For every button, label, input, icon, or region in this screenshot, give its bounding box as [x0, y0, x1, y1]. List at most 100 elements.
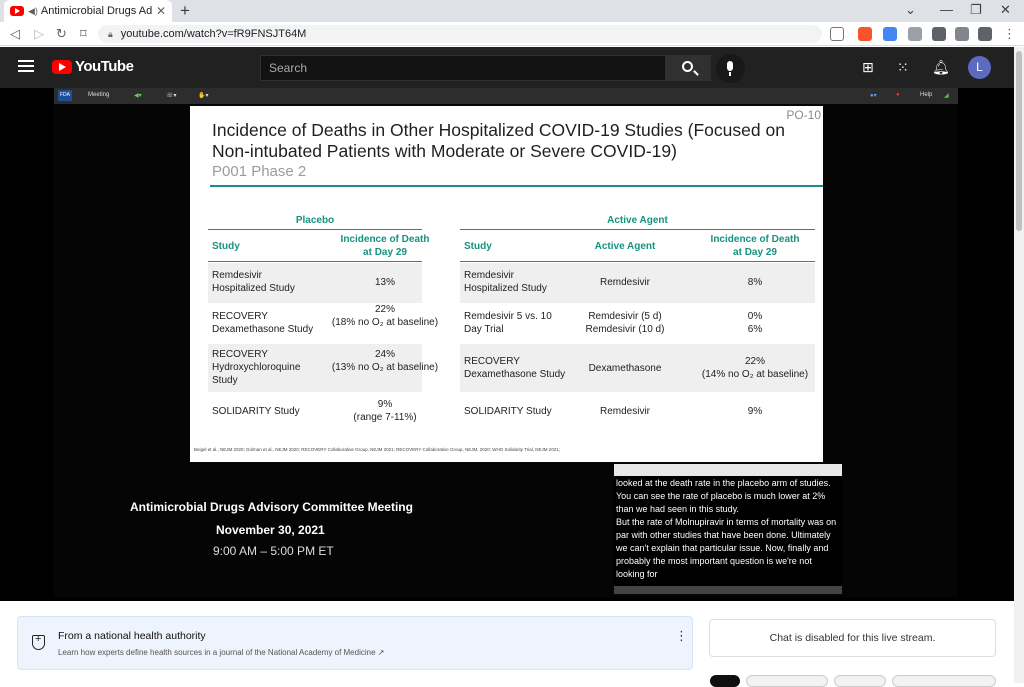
more-options-icon[interactable]: ⋮	[675, 628, 688, 644]
signal-icon: ◢	[944, 93, 949, 99]
active-agent-cell: Dexamethasone	[588, 363, 662, 374]
placebo-study-cell: SOLIDARITY Study	[212, 406, 300, 417]
create-video-icon[interactable]: ⊞	[862, 59, 874, 76]
header-divider	[208, 261, 422, 262]
active-incidence-header: Incidence of Death at Day 29	[710, 234, 800, 258]
scrollbar-thumb[interactable]	[1016, 51, 1022, 231]
health-source-info-panel: From a national health authority Learn h…	[17, 616, 693, 670]
wallet-icon[interactable]	[978, 27, 992, 41]
forward-icon[interactable]: ▷	[34, 26, 44, 42]
meeting-time: 9:00 AM – 5:00 PM ET	[213, 544, 334, 558]
install-icon[interactable]	[830, 27, 844, 41]
speaker-icon[interactable]: ◀)	[28, 6, 38, 17]
active-group-header: Active Agent	[607, 215, 668, 226]
minimize-icon[interactable]: —	[940, 2, 953, 17]
page-scrollbar[interactable]	[1014, 47, 1024, 683]
caption-window-titlebar	[614, 464, 842, 476]
caption-taskbar	[614, 586, 842, 594]
lock-icon[interactable]: 🔒︎	[108, 29, 113, 40]
brave-shield-icon[interactable]	[858, 27, 872, 41]
meeting-name: Antimicrobial Drugs Advisory Committee M…	[130, 500, 413, 514]
search-button[interactable]	[666, 55, 711, 81]
translate-icon[interactable]	[883, 27, 897, 41]
filter-chip[interactable]	[746, 675, 828, 687]
video-frame[interactable]: FDA Meeting ◀▾ ☏▾ ✋▾ ●▾ ● Help ◢ PO-10 I…	[54, 88, 958, 597]
active-study-cell: Remdesivir 5 vs. 10 Day Trial	[464, 311, 552, 335]
filter-chip[interactable]	[710, 675, 740, 687]
search-input[interactable]: Search	[260, 55, 666, 81]
video-player-area[interactable]: FDA Meeting ◀▾ ☏▾ ✋▾ ●▾ ● Help ◢ PO-10 I…	[0, 88, 1014, 601]
health-shield-icon	[32, 633, 45, 650]
youtube-header: YouTube Search ⊞ ⁙ 🔔︎ L	[0, 47, 1014, 88]
audio-icon: ◀▾	[134, 93, 142, 99]
active-study-cell: SOLIDARITY Study	[464, 406, 552, 417]
active-agent-cell: Remdesivir (5 d) Remdesivir (10 d)	[585, 311, 665, 335]
active-agent-header: Active Agent	[594, 241, 656, 252]
voice-search-icon[interactable]	[716, 54, 745, 83]
youtube-favicon-icon	[10, 6, 24, 16]
notifications-bell-icon[interactable]: 🔔︎	[932, 59, 950, 76]
active-agent-cell: Remdesivir	[599, 277, 650, 288]
close-tab-icon[interactable]: ✕	[156, 4, 166, 18]
record-icon: ●	[896, 92, 900, 98]
chat-disabled-panel: Chat is disabled for this live stream.	[709, 619, 996, 657]
reload-icon[interactable]: ↻	[56, 26, 67, 42]
extension-icon[interactable]	[908, 27, 922, 41]
placebo-incidence-cell: 9% (range 7-11%)	[353, 399, 417, 423]
info-panel-link[interactable]: Learn how experts define health sources …	[58, 648, 384, 657]
active-incidence-cell: 9%	[747, 406, 763, 417]
group-divider	[208, 229, 422, 230]
share-icon: ✋▾	[198, 93, 209, 99]
meeting-label: Meeting	[88, 92, 110, 98]
info-icon: ●▾	[870, 93, 877, 99]
tab-title: Antimicrobial Drugs Advisory C	[40, 5, 152, 17]
puzzle-icon[interactable]	[932, 27, 946, 41]
browser-tab-strip: ◀) Antimicrobial Drugs Advisory C ✕ + ⌄ …	[0, 0, 1024, 22]
new-tab-button[interactable]: +	[180, 1, 190, 21]
hamburger-menu-icon[interactable]	[18, 60, 34, 72]
header-divider	[460, 261, 815, 262]
bookmark-icon[interactable]: ⌑	[80, 26, 87, 42]
placebo-incidence-header: Incidence of Death at Day 29	[340, 234, 430, 258]
logo-text: YouTube	[75, 58, 134, 75]
close-window-icon[interactable]: ✕	[1000, 2, 1011, 18]
tab-search-icon[interactable]: ⌄	[905, 2, 916, 18]
active-study-cell: RECOVERY Dexamethasone Study	[464, 356, 566, 380]
fda-logo: FDA	[58, 90, 72, 101]
avatar[interactable]: L	[968, 56, 991, 79]
active-study-cell: Remdesivir Hospitalized Study	[464, 270, 547, 294]
browser-toolbar: ◁ ▷ ↻ ⌑ 🔒︎ youtube.com/watch?v=fR9FNSJT6…	[0, 22, 1024, 46]
url-text: youtube.com/watch?v=fR9FNSJT64M	[120, 28, 307, 40]
slide-divider	[210, 185, 823, 187]
youtube-logo[interactable]: YouTube	[52, 58, 134, 75]
help-label: Help	[920, 92, 933, 98]
placebo-study-cell: RECOVERY Dexamethasone Study	[212, 311, 314, 335]
active-incidence-cell: 8%	[747, 277, 763, 288]
maximize-icon[interactable]: ❐	[970, 2, 982, 18]
playlist-icon[interactable]	[955, 27, 969, 41]
filter-chip[interactable]	[892, 675, 996, 687]
address-bar[interactable]: 🔒︎ youtube.com/watch?v=fR9FNSJT64M	[98, 25, 822, 43]
slide-references: Beigel et al., NEJM 2020; Golman et al.,…	[194, 447, 561, 452]
youtube-play-icon	[52, 59, 72, 74]
menu-dots-icon[interactable]: ⋮	[1003, 26, 1016, 42]
presentation-slide: PO-10 Incidence of Deaths in Other Hospi…	[190, 106, 823, 462]
active-study-header: Study	[464, 241, 492, 252]
filter-chip[interactable]	[834, 675, 886, 687]
meeting-toolbar: FDA Meeting ◀▾ ☏▾ ✋▾ ●▾ ● Help ◢	[54, 88, 958, 104]
back-icon[interactable]: ◁	[10, 26, 20, 42]
live-caption-window: looked at the death rate in the placebo …	[614, 464, 842, 594]
placebo-group-header: Placebo	[295, 215, 335, 226]
placebo-study-cell: Remdesivir Hospitalized Study	[212, 270, 295, 294]
placebo-incidence-cell: 22% (18% no O₂ at baseline)	[331, 304, 439, 328]
browser-tab[interactable]: ◀) Antimicrobial Drugs Advisory C ✕	[4, 0, 172, 22]
slide-subtitle: P001 Phase 2	[212, 163, 307, 180]
placebo-incidence-cell: 13%	[374, 277, 395, 288]
active-incidence-cell: 22% (14% no O₂ at baseline)	[701, 356, 809, 380]
group-divider	[460, 229, 815, 230]
search-icon	[682, 61, 693, 72]
apps-grid-icon[interactable]: ⁙	[897, 59, 909, 76]
placebo-study-header: Study	[212, 241, 240, 252]
info-panel-title: From a national health authority	[58, 630, 206, 642]
active-incidence-cell: 0% 6%	[747, 311, 763, 335]
